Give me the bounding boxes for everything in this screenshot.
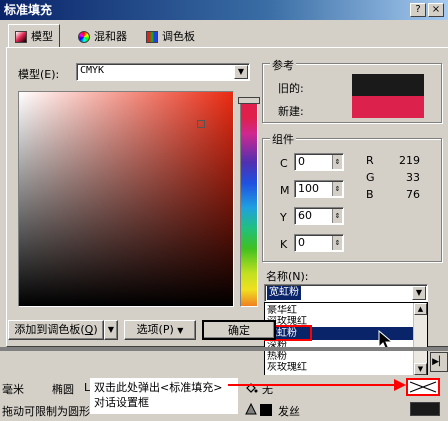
list-item[interactable]: 豪华红	[265, 305, 413, 316]
spinner-arrows-icon[interactable]: ⇕	[332, 209, 342, 223]
help-icon: ?	[415, 4, 421, 15]
y-label: Y	[280, 211, 287, 224]
color-picker-cursor[interactable]	[197, 120, 205, 128]
model-select-value: CMYK	[80, 65, 105, 76]
options-label: 选项(P)	[136, 323, 174, 336]
palette-grid-icon	[146, 31, 158, 43]
ok-label: 确定	[228, 324, 250, 337]
annotation-arrow-icon	[228, 379, 406, 391]
close-button[interactable]: ×	[428, 3, 444, 17]
k-input[interactable]: 0 ⇕	[294, 234, 344, 252]
c-label: C	[280, 157, 288, 170]
g-label: G	[366, 171, 375, 184]
shape-label: 椭圆	[52, 383, 74, 396]
b-label: B	[366, 188, 374, 201]
spinner-arrows-icon[interactable]: ⇕	[332, 182, 342, 196]
list-item[interactable]: 热粉	[265, 351, 413, 362]
c-input[interactable]: 0 ⇕	[294, 153, 344, 171]
add-palette-menu-button[interactable]: ▼	[104, 320, 118, 340]
separator	[0, 347, 448, 351]
model-select[interactable]: CMYK ▼	[76, 63, 250, 81]
annotation-line-1: 双击此处弹出<标准填充>	[94, 381, 223, 394]
fill-swatch-none[interactable]	[406, 378, 440, 396]
reference-group-label: 参考	[270, 57, 296, 73]
k-label: K	[280, 238, 288, 251]
name-label: 名称(N):	[266, 270, 309, 283]
hue-slider[interactable]	[240, 100, 258, 307]
close-icon: ×	[431, 4, 441, 15]
options-button[interactable]: 选项(P) ▼	[124, 320, 196, 340]
add-to-palette-button[interactable]: 添加到调色板(Q)	[8, 320, 104, 340]
list-scrollbar[interactable]: ▲ ▼	[413, 303, 427, 375]
tab-model-label: 模型	[31, 29, 53, 43]
g-value: 33	[406, 171, 420, 184]
outline-color-swatch	[260, 404, 272, 416]
new-color-swatch	[352, 96, 424, 118]
pen-nib-icon	[245, 402, 257, 415]
m-input-value: 100	[298, 182, 319, 195]
old-color-swatch	[352, 74, 424, 96]
annotation-line-2: 对话设置框	[94, 396, 149, 409]
color-picker-area[interactable]	[18, 91, 234, 307]
add-to-palette-key: Q	[84, 323, 94, 336]
r-value: 219	[399, 154, 420, 167]
tab-palette-label: 调色板	[162, 30, 195, 43]
color-wheel-icon	[78, 31, 90, 43]
model-label: 模型(E):	[18, 68, 60, 81]
scroll-right-icon[interactable]: ▶▏	[430, 352, 448, 372]
no-fill-x-icon	[409, 381, 437, 393]
tab-mixer[interactable]: 混和器	[72, 26, 133, 48]
window-title: 标准填充	[4, 3, 53, 17]
spinner-arrows-icon[interactable]: ⇕	[332, 155, 342, 169]
outline-width-label: 发丝	[278, 405, 300, 418]
chevron-down-icon[interactable]: ▼	[412, 286, 426, 300]
tab-bar: 模型 混和器 调色板	[8, 24, 448, 48]
old-color-label: 旧的:	[278, 82, 304, 95]
help-button[interactable]: ?	[410, 3, 426, 17]
m-input[interactable]: 100 ⇕	[294, 180, 344, 198]
list-item[interactable]: 灰玫瑰红	[265, 362, 413, 373]
tab-palette[interactable]: 调色板	[140, 26, 201, 48]
chevron-down-icon: ▼	[107, 325, 115, 334]
chevron-down-icon: ▼	[177, 326, 184, 335]
y-input-value: 60	[298, 209, 312, 222]
add-to-palette-label: 添加到调色板(	[14, 323, 85, 336]
scroll-down-icon[interactable]: ▼	[414, 363, 427, 375]
spinner-arrows-icon[interactable]: ⇕	[332, 236, 342, 250]
r-label: R	[366, 154, 374, 167]
y-input[interactable]: 60 ⇕	[294, 207, 344, 225]
name-select[interactable]: 宽虹粉 ▼	[264, 284, 428, 302]
chevron-down-icon[interactable]: ▼	[234, 65, 248, 79]
scroll-up-icon[interactable]: ▲	[414, 303, 427, 315]
tab-model[interactable]: 模型	[8, 24, 60, 48]
name-select-value: 宽虹粉	[267, 286, 301, 300]
c-input-value: 0	[298, 155, 305, 168]
k-input-value: 0	[298, 236, 305, 249]
window-title-bar: 标准填充	[0, 0, 448, 20]
new-color-label: 新建:	[278, 105, 304, 118]
color-model-icon	[15, 30, 27, 43]
annotation-box: 双击此处弹出<标准填充> 对话设置框	[90, 378, 238, 414]
unit-label: 毫米	[2, 383, 24, 396]
outline-swatch[interactable]	[410, 402, 440, 416]
ok-button[interactable]: 确定	[202, 320, 276, 340]
b-value: 76	[406, 188, 420, 201]
hue-slider-handle[interactable]	[238, 97, 260, 104]
tab-mixer-label: 混和器	[94, 30, 127, 43]
hint-text: 拖动可限制为圆形	[2, 405, 90, 418]
components-group-label: 组件	[270, 131, 296, 147]
m-label: M	[280, 184, 290, 197]
